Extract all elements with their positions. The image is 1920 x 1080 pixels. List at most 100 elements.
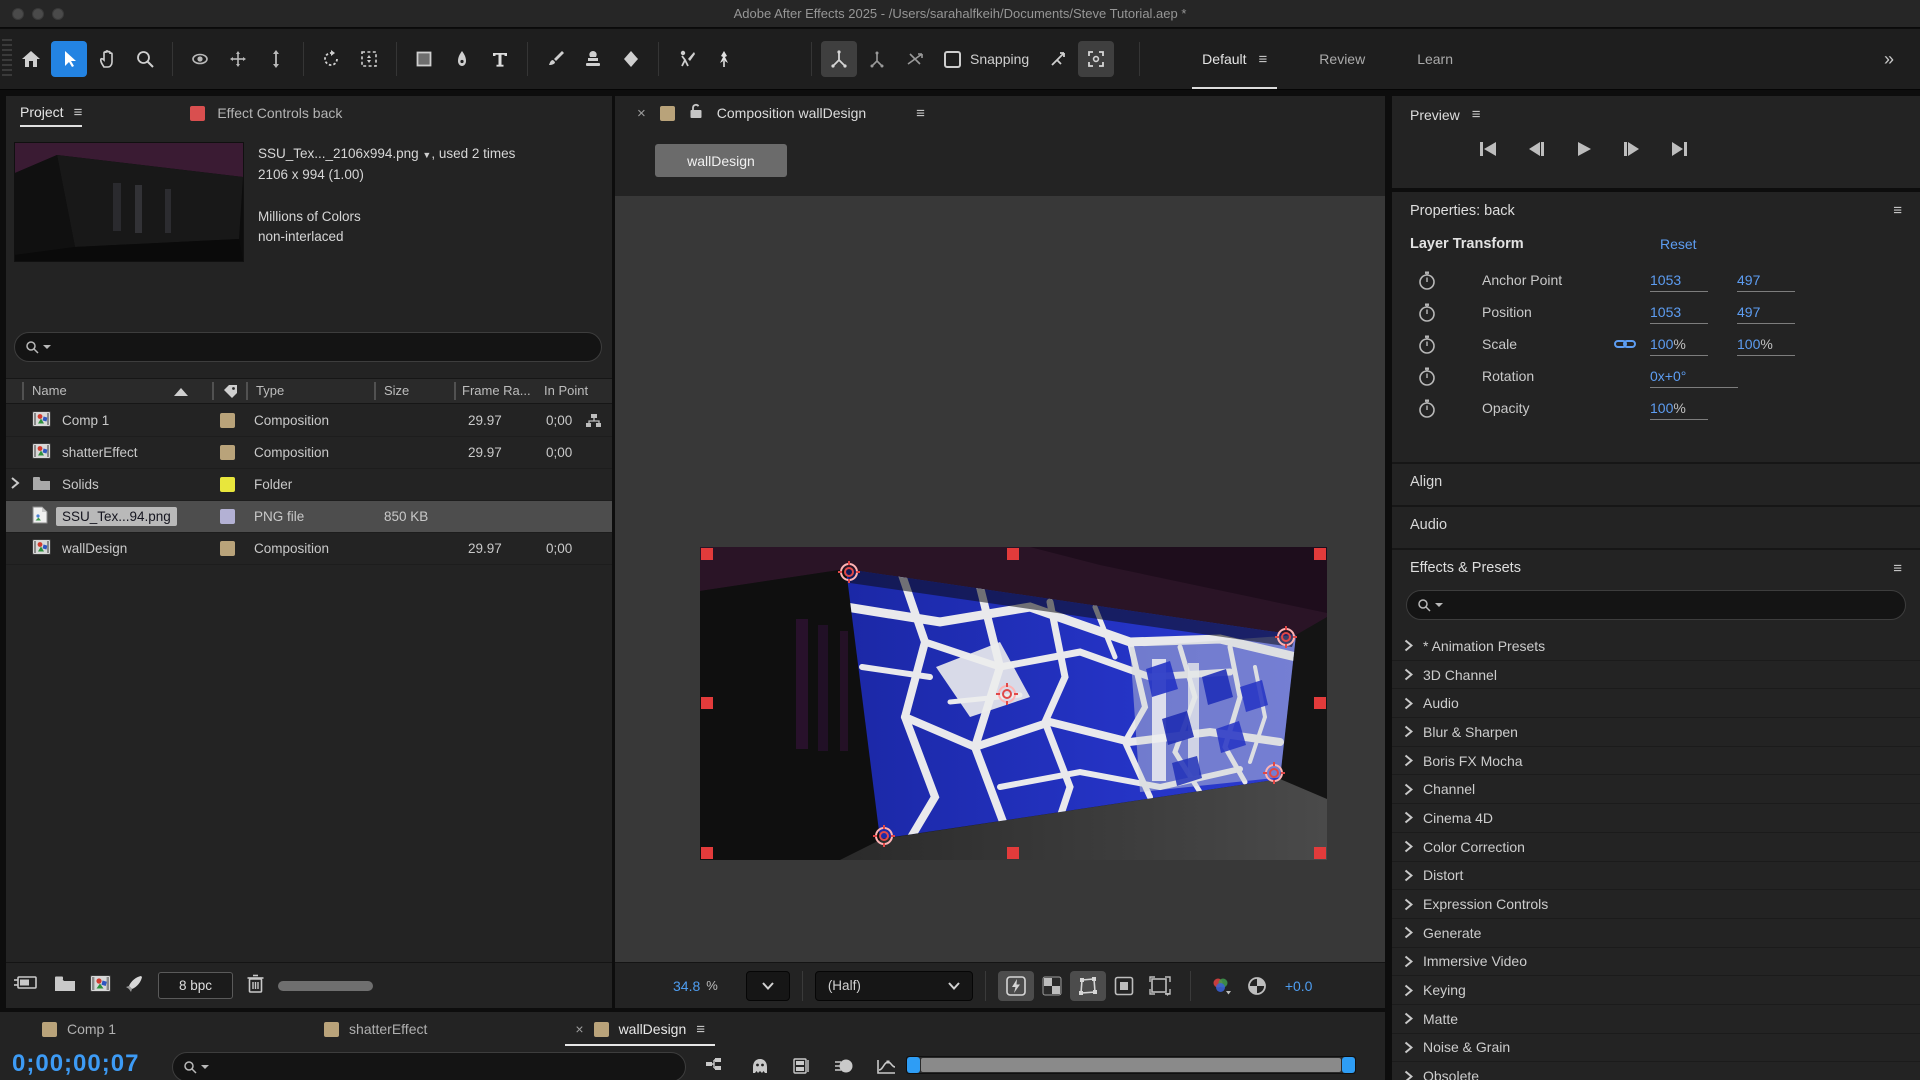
pen-tool[interactable] <box>444 41 480 77</box>
close-tab-icon[interactable]: × <box>575 1021 583 1037</box>
scrollbar-track[interactable] <box>921 1058 1341 1072</box>
fx-category-immersive-video[interactable]: Immersive Video <box>1392 948 1920 977</box>
project-search-input[interactable] <box>14 332 602 362</box>
fx-category-matte[interactable]: Matte <box>1392 1005 1920 1034</box>
fx-category-audio[interactable]: Audio <box>1392 689 1920 718</box>
timeline-tab-comp1[interactable]: Comp 1 <box>28 1012 130 1046</box>
pixel-aspect-correction-icon[interactable] <box>1142 971 1178 1001</box>
horizontal-scrollbar[interactable] <box>278 981 373 991</box>
preview-menu-icon[interactable]: ≡ <box>1472 106 1481 123</box>
graph-editor-icon[interactable] <box>876 1058 896 1080</box>
magnification-dropdown[interactable] <box>746 971 790 1001</box>
scale-y-value[interactable]: 100% <box>1737 336 1795 356</box>
clone-stamp-tool[interactable] <box>575 41 611 77</box>
fx-category-3d-channel[interactable]: 3D Channel <box>1392 661 1920 690</box>
fx-category-distort[interactable]: Distort <box>1392 862 1920 891</box>
trash-icon[interactable] <box>247 974 264 998</box>
stopwatch-icon[interactable] <box>1418 399 1436 424</box>
hand-tool[interactable] <box>89 41 125 77</box>
fx-category-animation-presets[interactable]: * Animation Presets <box>1392 632 1920 661</box>
label-color-tag[interactable] <box>220 541 235 556</box>
play-button[interactable] <box>1572 138 1596 160</box>
fx-category-generate[interactable]: Generate <box>1392 919 1920 948</box>
type-tool[interactable] <box>482 41 518 77</box>
pan-camera-tool[interactable] <box>220 41 256 77</box>
anchor-x-value[interactable]: 1053 <box>1650 272 1708 292</box>
anchor-y-value[interactable]: 497 <box>1737 272 1795 292</box>
channel-rgb-icon[interactable] <box>1203 971 1239 1001</box>
footage-name[interactable]: SSU_Tex..._2106x994.png <box>258 146 419 161</box>
label-color-tag[interactable] <box>220 509 235 524</box>
properties-title[interactable]: Properties: back <box>1410 203 1515 219</box>
align-to-pixel-icon[interactable] <box>1078 41 1114 77</box>
motion-blur-icon[interactable] <box>834 1058 854 1080</box>
exposure-value[interactable]: +0.0 <box>1285 978 1313 994</box>
reset-link[interactable]: Reset <box>1660 236 1697 252</box>
workspace-overflow-icon[interactable]: » <box>1884 49 1894 70</box>
zoom-tool[interactable] <box>127 41 163 77</box>
search-options-icon[interactable] <box>1435 603 1443 607</box>
brush-tool[interactable] <box>537 41 573 77</box>
orbit-camera-tool[interactable] <box>182 41 218 77</box>
fx-category-obsolete[interactable]: Obsolete <box>1392 1062 1920 1080</box>
search-options-icon[interactable] <box>43 345 51 349</box>
scale-x-value[interactable]: 100% <box>1650 336 1708 356</box>
timeline-search-input[interactable] <box>172 1052 686 1080</box>
viewer-menu-icon[interactable]: ≡ <box>916 105 925 122</box>
timeline-tab-shattereffect[interactable]: shatterEffect <box>310 1012 441 1046</box>
fast-previews-icon[interactable] <box>998 971 1034 1001</box>
first-frame-button[interactable] <box>1476 138 1500 160</box>
tab-project[interactable]: Project≡ <box>20 104 82 123</box>
resolution-dropdown[interactable]: (Half) <box>815 971 973 1001</box>
link-dimensions-icon[interactable] <box>1614 337 1636 356</box>
next-frame-button[interactable] <box>1620 138 1644 160</box>
new-folder-icon[interactable] <box>54 975 76 997</box>
properties-menu-icon[interactable]: ≡ <box>1893 202 1902 219</box>
project-row-walldesign[interactable]: wallDesign Composition 29.97 0;00 <box>6 533 612 565</box>
new-composition-icon[interactable] <box>90 975 111 997</box>
fx-category-expression-controls[interactable]: Expression Controls <box>1392 890 1920 919</box>
magnification-value[interactable]: 34.8 <box>673 978 700 994</box>
effects-menu-icon[interactable]: ≡ <box>1893 560 1902 577</box>
project-row-ssu-png[interactable]: SSU_Tex...94.png PNG file 850 KB <box>6 501 612 533</box>
comp-mini-flowchart-button[interactable]: wallDesign <box>655 144 787 177</box>
workspace-menu-icon[interactable]: ≡ <box>1259 51 1268 68</box>
rocket-icon[interactable] <box>125 974 144 998</box>
expand-chevron-icon[interactable] <box>10 476 20 493</box>
stopwatch-icon[interactable] <box>1418 335 1436 360</box>
stopwatch-icon[interactable] <box>1418 367 1436 392</box>
composition-mini-flowchart-icon[interactable] <box>706 1058 728 1080</box>
label-color-tag[interactable] <box>220 445 235 460</box>
sort-ascending-icon[interactable] <box>174 388 188 396</box>
panel-menu-icon[interactable]: ≡ <box>74 104 83 121</box>
position-y-value[interactable]: 497 <box>1737 304 1795 324</box>
tab-effect-controls[interactable]: Effect Controls back <box>217 105 342 121</box>
snapping-checkbox[interactable] <box>944 51 961 68</box>
stopwatch-icon[interactable] <box>1418 271 1436 296</box>
last-frame-button[interactable] <box>1668 138 1692 160</box>
audio-section[interactable]: Audio <box>1410 517 1447 533</box>
label-color-tag[interactable] <box>220 413 235 428</box>
viewer-tab-label[interactable]: Composition wallDesign <box>717 105 866 121</box>
view-axis-mode-icon[interactable] <box>897 41 933 77</box>
workspace-tab-learn[interactable]: Learn <box>1391 29 1479 89</box>
fx-category-channel[interactable]: Channel <box>1392 775 1920 804</box>
current-time-display[interactable]: 0;00;00;07 <box>12 1050 139 1078</box>
project-row-comp1[interactable]: Comp 1 Composition 29.97 0;00 <box>6 405 612 437</box>
timeline-tab-walldesign[interactable]: × wallDesign ≡ <box>561 1012 719 1046</box>
timeline-zoom-scrollbar[interactable] <box>906 1056 1356 1074</box>
frame-blending-icon[interactable] <box>792 1058 812 1080</box>
stopwatch-icon[interactable] <box>1418 303 1436 328</box>
timeline-menu-icon[interactable]: ≡ <box>696 1021 705 1038</box>
previous-frame-button[interactable] <box>1524 138 1548 160</box>
local-axis-mode-icon[interactable] <box>821 41 857 77</box>
home-icon[interactable] <box>13 41 49 77</box>
effects-presets-title[interactable]: Effects & Presets <box>1410 560 1521 577</box>
align-section[interactable]: Align <box>1410 474 1442 490</box>
opacity-value[interactable]: 100% <box>1650 400 1708 420</box>
eraser-tool[interactable] <box>613 41 649 77</box>
scrollbar-left-handle[interactable] <box>907 1057 920 1073</box>
column-type[interactable]: Type <box>256 383 284 398</box>
region-of-interest-icon[interactable] <box>1106 971 1142 1001</box>
workspace-tab-review[interactable]: Review <box>1293 29 1391 89</box>
